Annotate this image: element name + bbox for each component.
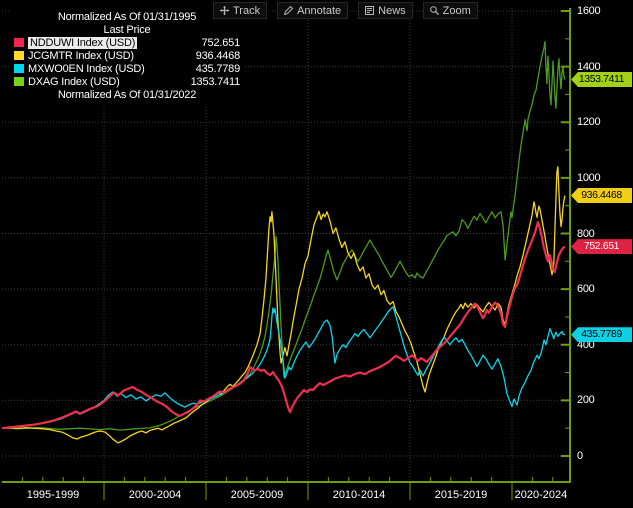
x-minor-tick xyxy=(471,477,472,482)
mxwo0en-swatch-icon xyxy=(14,64,24,73)
y-axis-tick-label: 200 xyxy=(577,394,594,406)
y-minor-tick xyxy=(565,94,570,95)
x-section-divider xyxy=(410,482,411,500)
y-major-tick xyxy=(561,66,570,68)
ndduwi-label: NDDUWI Index (USD) xyxy=(28,37,137,49)
y-minor-tick xyxy=(565,372,570,373)
x-minor-tick xyxy=(144,477,145,482)
x-minor-tick xyxy=(165,477,166,482)
y-minor-tick xyxy=(565,428,570,429)
annotate-button-label: Annotate xyxy=(297,5,341,17)
x-axis-section-label: 2000-2004 xyxy=(129,489,182,501)
legend-normalized-note-top: Normalized As Of 01/31/1995 xyxy=(14,10,240,23)
legend-row-ndduwi[interactable]: NDDUWI Index (USD) 752.651 xyxy=(14,36,240,49)
x-section-divider xyxy=(206,482,207,500)
x-minor-tick xyxy=(348,477,349,482)
x-minor-tick xyxy=(246,477,247,482)
x-minor-tick xyxy=(83,477,84,482)
chart-window: Track Annotate News Zoom 020040060080010… xyxy=(0,0,633,508)
ndduwi-swatch-icon xyxy=(14,38,24,47)
dxag-swatch-icon xyxy=(14,77,24,86)
x-minor-tick xyxy=(63,477,64,482)
mxwo0en-label: MXWO0EN Index (USD) xyxy=(28,63,145,75)
dxag-last-price: 1353.7411 xyxy=(191,76,240,88)
y-major-tick xyxy=(561,455,570,457)
jcgmtr-swatch-icon xyxy=(14,51,24,60)
y-minor-tick xyxy=(565,316,570,317)
price-tag-ndduwi: 752.651 xyxy=(571,239,632,254)
legend-row-dxag[interactable]: DXAG Index (USD) 1353.7411 xyxy=(14,75,240,88)
annotate-button[interactable]: Annotate xyxy=(277,2,348,19)
x-minor-tick xyxy=(430,477,431,482)
x-minor-tick xyxy=(552,477,553,482)
x-minor-tick xyxy=(287,477,288,482)
x-section-divider xyxy=(308,482,309,500)
news-button[interactable]: News xyxy=(358,2,413,19)
x-minor-tick xyxy=(389,477,390,482)
y-axis-tick-label: 600 xyxy=(577,283,594,295)
y-major-tick xyxy=(561,233,570,235)
ndduwi-last-price: 752.651 xyxy=(202,37,240,49)
y-minor-tick xyxy=(565,150,570,151)
chart-legend: Normalized As Of 01/31/1995 Last Price N… xyxy=(10,7,245,105)
x-minor-tick xyxy=(124,477,125,482)
zoom-icon xyxy=(430,6,439,15)
legend-row-mxwo0en[interactable]: MXWO0EN Index (USD) 435.7789 xyxy=(14,62,240,75)
y-major-tick xyxy=(561,177,570,179)
y-minor-tick xyxy=(565,261,570,262)
zoom-button[interactable]: Zoom xyxy=(423,2,478,19)
series-line-ndduwi xyxy=(2,222,565,428)
y-minor-tick xyxy=(565,38,570,39)
x-axis-section-label: 2005-2009 xyxy=(231,489,284,501)
y-major-tick xyxy=(561,121,570,123)
x-minor-tick xyxy=(185,477,186,482)
x-section-divider xyxy=(512,482,513,500)
y-minor-tick xyxy=(565,205,570,206)
x-axis-section-label: 2010-2014 xyxy=(333,489,386,501)
price-tag-mxwo0en: 435.7789 xyxy=(571,327,632,342)
legend-row-jcgmtr[interactable]: JCGMTR Index (USD) 936.4468 xyxy=(14,49,240,62)
x-minor-tick xyxy=(369,477,370,482)
price-tag-jcgmtr: 936.4468 xyxy=(571,188,632,203)
y-axis-tick-label: 1000 xyxy=(577,172,600,184)
jcgmtr-last-price: 936.4468 xyxy=(196,50,240,62)
x-minor-tick xyxy=(532,477,533,482)
x-minor-tick xyxy=(491,477,492,482)
y-axis-tick-label: 1200 xyxy=(577,116,600,128)
y-major-tick xyxy=(561,399,570,401)
x-axis-section-label: 2015-2019 xyxy=(435,489,488,501)
x-minor-tick xyxy=(22,477,23,482)
price-tag-dxag: 1353.7411 xyxy=(571,72,632,87)
x-axis-section-label: 1995-1999 xyxy=(27,489,80,501)
x-minor-tick xyxy=(450,477,451,482)
x-minor-tick xyxy=(267,477,268,482)
news-button-label: News xyxy=(378,5,406,17)
y-major-tick xyxy=(561,344,570,346)
x-section-divider xyxy=(104,482,105,500)
y-axis-tick-label: 1600 xyxy=(577,5,600,17)
y-major-tick xyxy=(561,10,570,12)
x-axis-section-label: 2020-2024 xyxy=(515,489,568,501)
series-line-jcgmtr xyxy=(2,167,565,443)
zoom-button-label: Zoom xyxy=(443,5,471,17)
x-minor-tick xyxy=(328,477,329,482)
news-icon xyxy=(365,6,374,15)
y-axis-tick-label: 0 xyxy=(577,450,583,462)
track-button[interactable]: Track xyxy=(213,2,267,19)
mxwo0en-last-price: 435.7789 xyxy=(196,63,240,75)
chart-toolbar: Track Annotate News Zoom xyxy=(213,2,478,19)
track-button-label: Track xyxy=(233,5,260,17)
y-axis-tick-label: 800 xyxy=(577,228,594,240)
annotate-icon xyxy=(284,6,293,15)
x-minor-tick xyxy=(42,477,43,482)
legend-last-price-header: Last Price xyxy=(14,23,240,36)
jcgmtr-label: JCGMTR Index (USD) xyxy=(28,50,134,62)
y-major-tick xyxy=(561,288,570,290)
legend-normalized-note-bottom: Normalized As Of 01/31/2022 xyxy=(14,88,240,101)
x-minor-tick xyxy=(226,477,227,482)
y-axis-tick-label: 1400 xyxy=(577,61,600,73)
dxag-label: DXAG Index (USD) xyxy=(28,76,120,88)
track-icon xyxy=(220,6,229,15)
